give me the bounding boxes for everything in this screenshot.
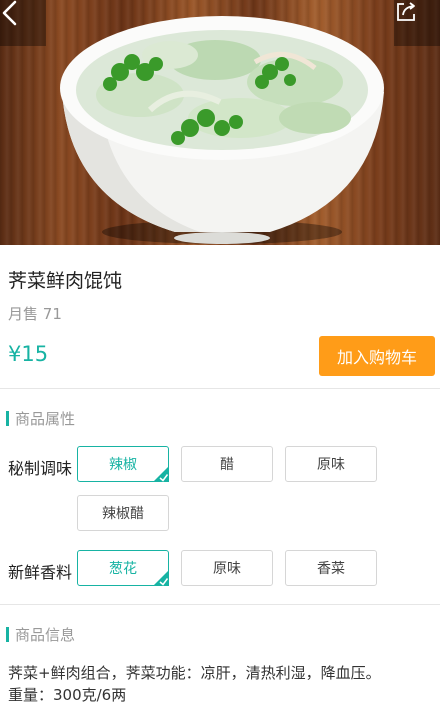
option-label: 葱花 bbox=[109, 561, 137, 577]
back-button[interactable] bbox=[0, 0, 46, 46]
option-label: 辣椒醋 bbox=[102, 506, 144, 522]
add-to-cart-button[interactable]: 加入购物车 bbox=[319, 336, 435, 376]
sold-count: 71 bbox=[42, 305, 62, 323]
share-icon bbox=[397, 2, 415, 21]
attribute-label-seasoning: 秘制调味 bbox=[8, 459, 73, 478]
selected-check-icon bbox=[153, 466, 169, 482]
option-label: 香菜 bbox=[317, 561, 345, 577]
selected-check-icon bbox=[153, 570, 169, 586]
option-label: 原味 bbox=[317, 457, 345, 473]
wonton-bowl-illustration bbox=[60, 16, 384, 244]
product-name: 荠菜鲜肉馄饨 bbox=[8, 270, 123, 292]
description-line: 荠菜+鲜肉组合，荠菜功能：凉肝，清热利湿，降血压。 bbox=[8, 664, 381, 682]
option-vinegar[interactable]: 醋 bbox=[181, 446, 273, 482]
sold-label: 月售 bbox=[8, 305, 39, 323]
chevron-left-icon bbox=[2, 0, 17, 26]
option-original[interactable]: 原味 bbox=[285, 446, 377, 482]
weight-line: 重量：300克/6两 bbox=[8, 686, 127, 704]
section-accent-bar bbox=[6, 627, 9, 642]
product-photo bbox=[0, 0, 440, 245]
option-scallion[interactable]: 葱花 bbox=[77, 550, 169, 586]
monthly-sales: 月售 71 bbox=[8, 303, 62, 324]
option-label: 辣椒 bbox=[109, 457, 137, 473]
option-chili[interactable]: 辣椒 bbox=[77, 446, 169, 482]
attributes-section-header: 商品属性 bbox=[6, 408, 75, 429]
option-label: 醋 bbox=[220, 457, 234, 473]
section-title: 商品信息 bbox=[15, 626, 76, 644]
section-title: 商品属性 bbox=[15, 410, 76, 428]
product-price: ¥15 bbox=[8, 342, 49, 366]
share-button[interactable] bbox=[394, 0, 440, 46]
product-description: 荠菜+鲜肉组合，荠菜功能：凉肝，清热利湿，降血压。 重量：300克/6两 bbox=[8, 662, 438, 706]
divider bbox=[0, 388, 440, 389]
info-section-header: 商品信息 bbox=[6, 624, 75, 645]
option-herb-original[interactable]: 原味 bbox=[181, 550, 273, 586]
option-cilantro[interactable]: 香菜 bbox=[285, 550, 377, 586]
section-accent-bar bbox=[6, 411, 9, 426]
attribute-label-herbs: 新鲜香料 bbox=[8, 563, 73, 582]
option-label: 原味 bbox=[213, 561, 241, 577]
divider bbox=[0, 604, 440, 605]
option-chili-vinegar[interactable]: 辣椒醋 bbox=[77, 495, 169, 531]
